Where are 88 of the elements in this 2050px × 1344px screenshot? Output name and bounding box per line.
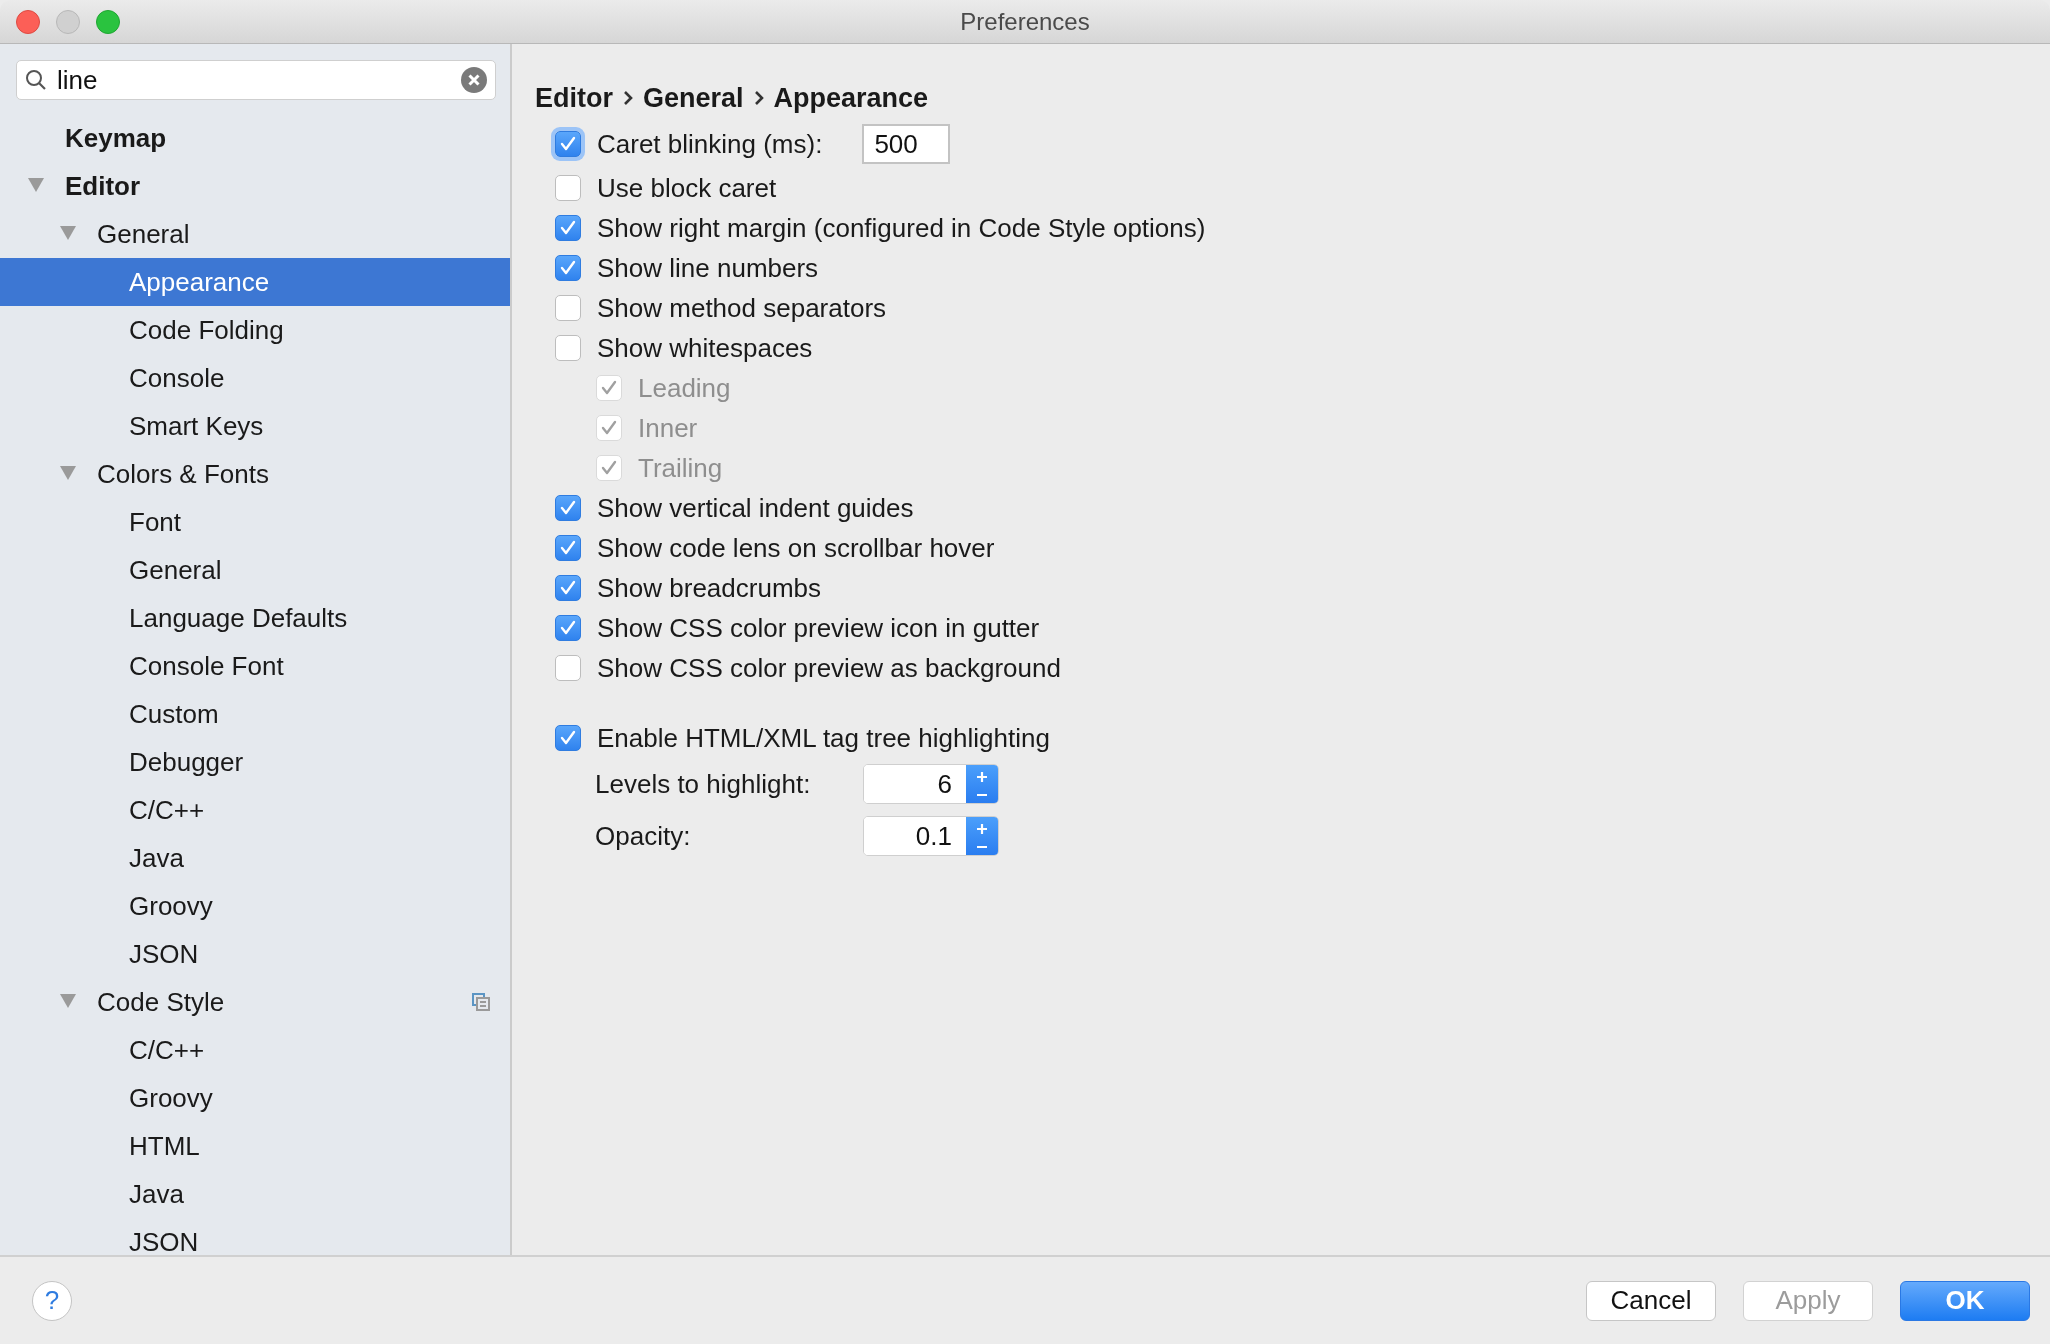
checkbox[interactable] (555, 725, 581, 751)
checkmark-icon (559, 539, 577, 557)
number-field[interactable]: 500 (862, 124, 951, 164)
checkbox[interactable] (555, 575, 581, 601)
tree-item[interactable]: Java (0, 1170, 510, 1218)
search-input[interactable]: line (57, 64, 451, 96)
tree-item[interactable]: Language Defaults (0, 594, 510, 642)
chevron-icon (623, 90, 633, 106)
tree-item[interactable]: C/C++ (0, 786, 510, 834)
checkbox-label: Enable HTML/XML tag tree highlighting (597, 722, 1050, 754)
copy-icon[interactable] (472, 993, 490, 1011)
checkbox[interactable] (555, 255, 581, 281)
checkmark-icon (559, 259, 577, 277)
disclosure-triangle-icon[interactable] (60, 226, 76, 242)
checkbox[interactable] (555, 335, 581, 361)
tree-item[interactable]: JSON (0, 1218, 510, 1255)
tree-item[interactable]: HTML (0, 1122, 510, 1170)
checkbox-label: Show whitespaces (597, 332, 813, 364)
number-spinner[interactable]: 6 (863, 764, 999, 804)
checkbox[interactable] (555, 495, 581, 521)
dialog-button[interactable]: Cancel (1586, 1280, 1716, 1321)
clear-search-icon[interactable] (461, 67, 487, 93)
checkbox-label: Show CSS color preview as background (597, 652, 1061, 684)
tree-item[interactable]: General (0, 210, 510, 258)
tree-item[interactable]: Font (0, 498, 510, 546)
checkbox-label: Use block caret (597, 172, 777, 204)
tree-item[interactable]: Console (0, 354, 510, 402)
disclosure-triangle-icon[interactable] (60, 466, 76, 482)
tree-item[interactable]: Code Folding (0, 306, 510, 354)
minimize-button[interactable] (56, 9, 80, 34)
checkbox[interactable] (555, 175, 581, 201)
tree-item[interactable]: Groovy (0, 882, 510, 930)
disclosure-triangle-icon[interactable] (60, 994, 76, 1010)
disclosure-triangle-icon[interactable] (28, 178, 44, 194)
stepper-button[interactable] (966, 817, 998, 855)
checkmark-icon (600, 459, 618, 477)
zoom-button[interactable] (96, 9, 120, 34)
checkbox-label: Show breadcrumbs (597, 572, 821, 604)
tree-item[interactable]: Groovy (0, 1074, 510, 1122)
checkmark-icon (559, 499, 577, 517)
checkbox-label: Show code lens on scrollbar hover (597, 532, 995, 564)
tree-item[interactable]: Editor (0, 162, 510, 210)
checkmark-icon (559, 219, 577, 237)
tree-item[interactable]: Debugger (0, 738, 510, 786)
chevron-icon (753, 90, 764, 106)
checkmark-icon (600, 379, 618, 397)
tree-item[interactable]: Code Style (0, 978, 510, 1026)
tree-item[interactable]: C/C++ (0, 1026, 510, 1074)
help-button[interactable]: ? (32, 1280, 72, 1321)
checkbox[interactable] (555, 655, 581, 681)
window-title: Preferences (960, 7, 1090, 35)
breadcrumb-item[interactable]: Appearance (773, 82, 929, 114)
checkbox[interactable] (555, 295, 581, 321)
checkbox-label: Show vertical indent guides (597, 492, 914, 524)
stepper-button[interactable] (966, 765, 998, 803)
checkmark-icon (600, 419, 618, 437)
checkbox-label: Inner (638, 412, 698, 444)
spinner-label: Opacity: (595, 820, 692, 852)
checkbox[interactable] (555, 215, 581, 241)
spinner-label: Levels to highlight: (595, 768, 812, 800)
checkmark-icon (559, 729, 577, 747)
checkbox[interactable] (555, 615, 581, 641)
breadcrumb-item[interactable]: Editor (535, 82, 613, 114)
checkbox-label: Caret blinking (ms): (597, 128, 823, 160)
tree-item[interactable]: Smart Keys (0, 402, 510, 450)
checkbox-label: Leading (638, 372, 731, 404)
checkbox-label: Show right margin (configured in Code Style options) (597, 212, 1206, 244)
search-icon (25, 69, 47, 91)
tree-item[interactable]: Appearance (0, 258, 510, 306)
tree-item[interactable]: Colors & Fonts (0, 450, 510, 498)
number-spinner[interactable]: 0.1 (863, 816, 999, 856)
tree-item[interactable]: Java (0, 834, 510, 882)
breadcrumb-item[interactable]: General (643, 82, 744, 114)
tree-item[interactable]: JSON (0, 930, 510, 978)
tree-item[interactable]: Keymap (0, 114, 510, 162)
tree-item[interactable]: Console Font (0, 642, 510, 690)
checkbox-label: Trailing (638, 452, 723, 484)
checkbox-label: Show CSS color preview icon in gutter (597, 612, 1040, 644)
checkmark-icon (559, 619, 577, 637)
checkbox-label: Show method separators (597, 292, 887, 324)
checkbox-label: Show line numbers (597, 252, 819, 284)
tree-item[interactable]: General (0, 546, 510, 594)
search-field[interactable]: line (16, 60, 496, 100)
checkbox[interactable] (555, 535, 581, 561)
checkmark-icon (559, 135, 577, 153)
close-button[interactable] (16, 9, 40, 34)
checkmark-icon (559, 579, 577, 597)
tree-item[interactable]: Custom (0, 690, 510, 738)
